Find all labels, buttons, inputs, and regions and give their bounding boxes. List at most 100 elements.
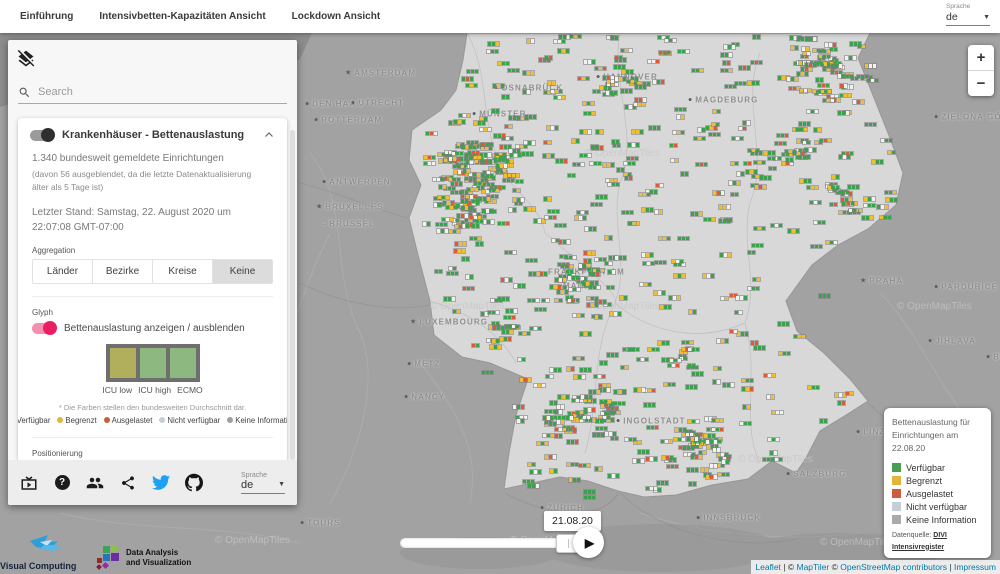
facility-glyph[interactable]	[730, 161, 739, 167]
facility-glyph[interactable]	[822, 98, 835, 104]
facility-glyph[interactable]	[493, 157, 506, 163]
facility-glyph[interactable]	[717, 472, 730, 478]
facility-glyph[interactable]	[580, 394, 593, 400]
facility-glyph[interactable]	[655, 183, 664, 189]
facility-glyph[interactable]	[583, 59, 596, 65]
facility-glyph[interactable]	[641, 207, 654, 213]
facility-glyph[interactable]	[492, 83, 505, 89]
facility-glyph[interactable]	[670, 158, 679, 164]
facility-glyph[interactable]	[620, 48, 633, 54]
facility-glyph[interactable]	[774, 141, 787, 147]
facility-glyph[interactable]	[425, 131, 438, 137]
facility-glyph[interactable]	[885, 197, 898, 203]
facility-glyph[interactable]	[529, 326, 542, 332]
facility-glyph[interactable]	[647, 59, 660, 65]
panel-scrollbar[interactable]	[290, 130, 295, 460]
facility-glyph[interactable]	[507, 324, 520, 330]
facility-glyph[interactable]	[592, 268, 605, 274]
facility-glyph[interactable]	[767, 156, 776, 162]
facility-glyph[interactable]	[633, 102, 646, 108]
facility-glyph[interactable]	[645, 456, 658, 462]
facility-glyph[interactable]	[554, 298, 563, 304]
facility-glyph[interactable]	[554, 433, 563, 439]
facility-glyph[interactable]	[673, 437, 686, 443]
facility-glyph[interactable]	[493, 133, 506, 139]
facility-glyph[interactable]	[861, 215, 874, 221]
divi-link[interactable]: DIVI	[933, 532, 947, 539]
facility-glyph[interactable]	[475, 241, 484, 247]
facility-glyph[interactable]	[501, 329, 514, 335]
facility-glyph[interactable]	[487, 310, 500, 316]
facility-glyph[interactable]	[815, 61, 828, 67]
facility-glyph[interactable]	[522, 89, 531, 95]
attribution-link[interactable]: MapTiler	[796, 562, 829, 572]
zoom-in-button[interactable]: +	[968, 45, 994, 71]
facility-glyph[interactable]	[762, 457, 775, 463]
facility-glyph[interactable]	[837, 400, 846, 406]
facility-glyph[interactable]	[593, 374, 606, 380]
facility-glyph[interactable]	[435, 222, 448, 228]
facility-glyph[interactable]	[583, 258, 592, 264]
facility-glyph[interactable]	[747, 148, 760, 154]
facility-glyph[interactable]	[554, 277, 567, 283]
facility-glyph[interactable]	[594, 66, 607, 72]
facility-glyph[interactable]	[863, 196, 876, 202]
facility-glyph[interactable]	[627, 347, 640, 353]
facility-glyph[interactable]	[606, 79, 615, 85]
facility-glyph[interactable]	[471, 343, 480, 349]
facility-glyph[interactable]	[564, 255, 577, 261]
facility-glyph[interactable]	[434, 269, 443, 275]
facility-glyph[interactable]	[473, 120, 486, 126]
timeline-slider-track[interactable]	[400, 538, 580, 548]
facility-glyph[interactable]	[673, 273, 686, 279]
facility-glyph[interactable]	[553, 39, 566, 45]
facility-glyph[interactable]	[657, 340, 670, 346]
facility-glyph[interactable]	[515, 144, 528, 150]
facility-glyph[interactable]	[652, 79, 665, 85]
facility-glyph[interactable]	[522, 70, 535, 76]
facility-glyph[interactable]	[647, 347, 660, 353]
attribution-link[interactable]: Leaflet	[755, 562, 781, 572]
attribution-link[interactable]: Impressum	[954, 562, 996, 572]
facility-glyph[interactable]	[722, 382, 735, 388]
facility-glyph[interactable]	[567, 173, 576, 179]
facility-glyph[interactable]	[497, 61, 510, 67]
facility-glyph[interactable]	[545, 374, 554, 380]
facility-glyph[interactable]	[568, 287, 581, 293]
facility-glyph[interactable]	[847, 184, 860, 190]
facility-glyph[interactable]	[799, 178, 812, 184]
facility-glyph[interactable]	[720, 296, 729, 302]
facility-glyph[interactable]	[736, 171, 745, 177]
facility-glyph[interactable]	[525, 258, 538, 264]
facility-glyph[interactable]	[619, 295, 628, 301]
facility-glyph[interactable]	[661, 455, 674, 461]
facility-glyph[interactable]	[664, 38, 677, 44]
facility-glyph[interactable]	[590, 202, 603, 208]
facility-glyph[interactable]	[487, 41, 500, 47]
facility-glyph[interactable]	[839, 83, 848, 89]
facility-glyph[interactable]	[719, 252, 732, 258]
facility-glyph[interactable]	[512, 197, 525, 203]
facility-glyph[interactable]	[460, 205, 473, 211]
facility-glyph[interactable]	[592, 432, 605, 438]
facility-glyph[interactable]	[846, 201, 855, 207]
facility-glyph[interactable]	[837, 110, 850, 116]
facility-glyph[interactable]	[653, 290, 666, 296]
facility-glyph[interactable]	[583, 495, 596, 501]
facility-glyph[interactable]	[819, 138, 832, 144]
aggregation-option-keine[interactable]: Keine	[213, 260, 272, 283]
facility-glyph[interactable]	[481, 142, 494, 148]
facility-glyph[interactable]	[497, 221, 510, 227]
facility-glyph[interactable]	[807, 385, 820, 391]
facility-glyph[interactable]	[572, 162, 585, 168]
facility-glyph[interactable]	[818, 293, 831, 299]
facility-glyph[interactable]	[624, 437, 637, 443]
facility-glyph[interactable]	[607, 269, 616, 275]
facility-glyph[interactable]	[560, 264, 569, 270]
facility-glyph[interactable]	[863, 203, 876, 209]
facility-glyph[interactable]	[536, 441, 549, 447]
facility-glyph[interactable]	[667, 363, 680, 369]
facility-glyph[interactable]	[658, 50, 671, 56]
facility-glyph[interactable]	[709, 463, 718, 469]
facility-glyph[interactable]	[804, 62, 817, 68]
